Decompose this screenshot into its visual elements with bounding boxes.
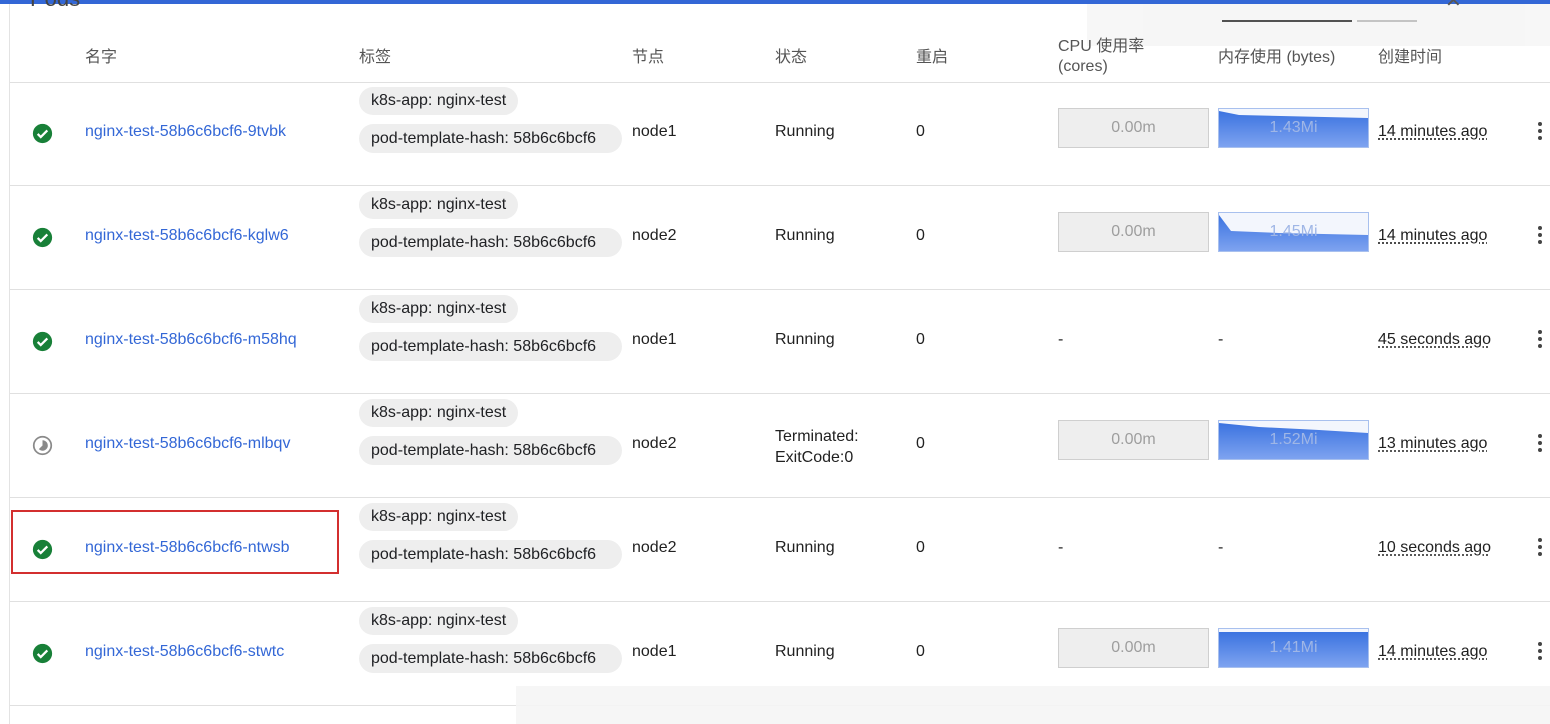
pod-name-link[interactable]: nginx-test-58b6c6bcf6-mlbqv [85, 435, 290, 453]
col-memory: 内存使用 (bytes) [1218, 49, 1336, 66]
table-row: nginx-test-58b6c6bcf6-m58hq k8s-app: ngi… [10, 290, 1550, 394]
col-node[interactable]: 节点 [632, 48, 664, 68]
label-chip-app: k8s-app: nginx-test [359, 295, 519, 323]
pod-restarts: 0 [916, 643, 925, 660]
pod-labels: k8s-app: nginx-test pod-template-hash: 5… [359, 87, 629, 162]
memory-value: - [1218, 331, 1224, 348]
col-cpu-line2: (cores) [1058, 58, 1108, 75]
col-name[interactable]: 名字 [85, 48, 117, 68]
table-row: nginx-test-58b6c6bcf6-9tvbk k8s-app: ngi… [10, 82, 1550, 186]
table-row: nginx-test-58b6c6bcf6-kglw6 k8s-app: ngi… [10, 186, 1550, 290]
cpu-value: - [1058, 539, 1064, 556]
label-chip-app: k8s-app: nginx-test [359, 399, 519, 427]
pod-name-link[interactable]: nginx-test-58b6c6bcf6-stwtc [85, 643, 284, 661]
label-chip-app: k8s-app: nginx-test [359, 503, 519, 531]
pod-name-link[interactable]: nginx-test-58b6c6bcf6-kglw6 [85, 227, 289, 245]
memory-sparkline: 1.45Mi [1218, 212, 1369, 252]
more-vert-icon[interactable] [1535, 431, 1545, 457]
more-vert-icon[interactable] [1535, 223, 1545, 249]
cpu-sparkline: 0.00m [1058, 108, 1209, 148]
memory-sparkline: 1.41Mi [1218, 628, 1369, 668]
memory-sparkline: 1.43Mi [1218, 108, 1369, 148]
memory-value: 1.52Mi [1269, 431, 1318, 448]
table-header: 名字 标签 节点 状态 重启 CPU 使用率 (cores) 内存使用 (byt… [10, 34, 1550, 83]
label-chip-app: k8s-app: nginx-test [359, 191, 519, 219]
pod-restarts: 0 [916, 227, 925, 244]
pod-node: node1 [632, 643, 677, 660]
close-icon[interactable]: ✕ [1445, 0, 1462, 13]
pod-node: node2 [632, 539, 677, 556]
memory-sparkline: 1.52Mi [1218, 420, 1369, 460]
pod-node: node2 [632, 435, 677, 452]
pod-created-time[interactable]: 14 minutes ago [1378, 227, 1487, 245]
check-circle-icon [32, 227, 53, 248]
more-vert-icon[interactable] [1535, 535, 1545, 561]
more-vert-icon[interactable] [1535, 119, 1545, 145]
page-title: Pods [30, 0, 80, 12]
pod-created-time[interactable]: 10 seconds ago [1378, 539, 1491, 557]
label-chip-app: k8s-app: nginx-test [359, 87, 519, 115]
pod-node: node2 [632, 227, 677, 244]
label-chip-hash: pod-template-hash: 58b6c6bcf6 [359, 228, 622, 257]
cpu-value: 0.00m [1111, 431, 1156, 448]
pod-labels: k8s-app: nginx-test pod-template-hash: 5… [359, 191, 629, 266]
pod-restarts: 0 [916, 435, 925, 452]
pod-name-link[interactable]: nginx-test-58b6c6bcf6-9tvbk [85, 123, 286, 141]
more-vert-icon[interactable] [1535, 327, 1545, 353]
pod-node: node1 [632, 123, 677, 140]
pod-labels: k8s-app: nginx-test pod-template-hash: 5… [359, 399, 629, 474]
label-chip-hash: pod-template-hash: 58b6c6bcf6 [359, 332, 622, 361]
pod-labels: k8s-app: nginx-test pod-template-hash: 5… [359, 503, 629, 578]
col-cpu-line1: CPU 使用率 [1058, 38, 1145, 55]
cpu-value: 0.00m [1111, 223, 1156, 240]
label-chip-hash: pod-template-hash: 58b6c6bcf6 [359, 124, 622, 153]
pod-created-time[interactable]: 13 minutes ago [1378, 435, 1487, 453]
pod-labels: k8s-app: nginx-test pod-template-hash: 5… [359, 295, 629, 370]
pod-created-time[interactable]: 45 seconds ago [1378, 331, 1491, 349]
cpu-sparkline: 0.00m [1058, 212, 1209, 252]
pod-status: Running [775, 331, 835, 348]
terminated-icon [32, 435, 53, 456]
check-circle-icon [32, 331, 53, 352]
pod-labels: k8s-app: nginx-test pod-template-hash: 5… [359, 607, 629, 682]
label-chip-hash: pod-template-hash: 58b6c6bcf6 [359, 436, 622, 465]
memory-value: - [1218, 539, 1224, 556]
memory-value: 1.45Mi [1269, 223, 1318, 240]
check-circle-icon [32, 123, 53, 144]
pod-status: Running [775, 643, 835, 660]
pod-name-link[interactable]: nginx-test-58b6c6bcf6-m58hq [85, 331, 297, 349]
col-created[interactable]: 创建时间 [1378, 48, 1442, 68]
pod-created-time[interactable]: 14 minutes ago [1378, 123, 1487, 141]
cpu-value: 0.00m [1111, 639, 1156, 656]
check-circle-icon [32, 643, 53, 664]
pod-node: node1 [632, 331, 677, 348]
cpu-value: 0.00m [1111, 119, 1156, 136]
selected-pod-highlight [11, 510, 339, 574]
pod-status: Running [775, 123, 835, 140]
pod-restarts: 0 [916, 539, 925, 556]
pod-status: Terminated: ExitCode:0 [775, 428, 859, 466]
col-restarts[interactable]: 重启 [916, 48, 948, 68]
memory-value: 1.43Mi [1269, 119, 1318, 136]
label-chip-hash: pod-template-hash: 58b6c6bcf6 [359, 540, 622, 569]
pod-restarts: 0 [916, 331, 925, 348]
cpu-sparkline: 0.00m [1058, 628, 1209, 668]
pod-restarts: 0 [916, 123, 925, 140]
more-vert-icon[interactable] [1535, 639, 1545, 665]
cpu-value: - [1058, 331, 1064, 348]
label-chip-hash: pod-template-hash: 58b6c6bcf6 [359, 644, 622, 673]
col-status[interactable]: 状态 [775, 48, 807, 68]
bottom-overlay [516, 686, 1550, 724]
col-labels: 标签 [359, 49, 392, 66]
col-cpu: CPU 使用率 (cores) [1058, 37, 1144, 77]
label-chip-app: k8s-app: nginx-test [359, 607, 519, 635]
pod-status: Running [775, 227, 835, 244]
pod-created-time[interactable]: 14 minutes ago [1378, 643, 1487, 661]
cpu-sparkline: 0.00m [1058, 420, 1209, 460]
pod-status: Running [775, 539, 835, 556]
table-row: nginx-test-58b6c6bcf6-mlbqv k8s-app: ngi… [10, 394, 1550, 498]
memory-value: 1.41Mi [1269, 639, 1318, 656]
